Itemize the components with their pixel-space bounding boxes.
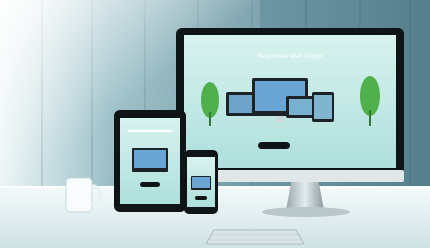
monitor-stand (286, 178, 324, 210)
photo-scene: Responsive Web Design (0, 0, 430, 248)
tablet-device (114, 110, 186, 212)
keyboard (205, 229, 305, 245)
screen-cta-pill (258, 142, 290, 149)
scene-illustration: Responsive Web Design (0, 0, 430, 248)
screen-headline: Responsive Web Design (257, 54, 323, 60)
monitor-stand-base (262, 207, 350, 217)
smartphone-device (184, 150, 218, 214)
